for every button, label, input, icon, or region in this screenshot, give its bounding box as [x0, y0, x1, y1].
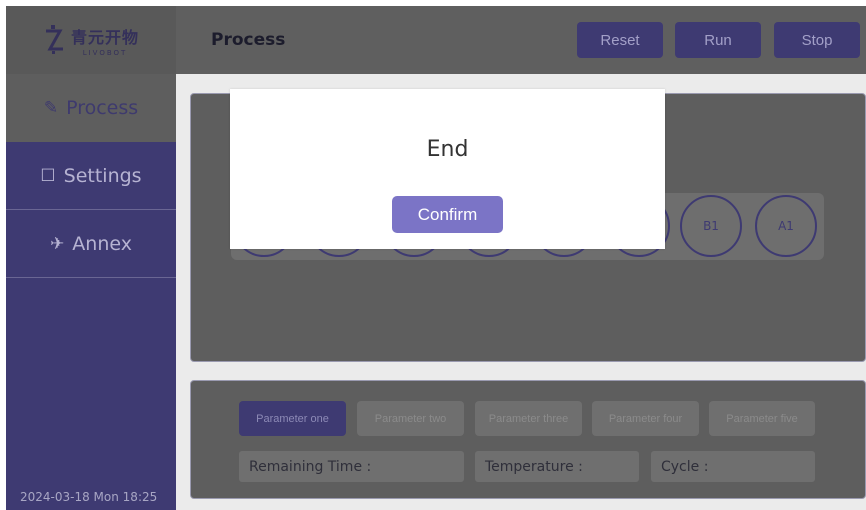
folder-icon: ☐: [40, 165, 56, 186]
logo-mark-icon: [45, 25, 63, 54]
reset-button[interactable]: Reset: [577, 22, 663, 58]
dialog-message: End: [426, 137, 469, 162]
page-title: Process: [211, 30, 286, 50]
plane-icon: ✈: [50, 233, 65, 254]
sidebar-item-process[interactable]: ✎ Process: [6, 74, 176, 142]
confirm-button[interactable]: Confirm: [392, 196, 503, 233]
end-dialog: End Confirm: [230, 89, 665, 249]
cycle-field: Cycle :: [651, 451, 815, 482]
logo-text-cn: 青元开物: [70, 27, 139, 47]
tab-parameter-four[interactable]: Parameter four: [592, 401, 699, 436]
sidebar-item-annex[interactable]: ✈ Annex: [6, 210, 176, 278]
logo: 青元开物 LIVOBOT: [6, 6, 176, 74]
parameter-panel: Parameter one Parameter two Parameter th…: [190, 380, 866, 499]
datetime-label: 2024-03-18 Mon 18:25: [20, 490, 158, 504]
sidebar-item-label: Annex: [72, 232, 132, 255]
sidebar-item-label: Process: [66, 97, 139, 119]
remaining-time-field: Remaining Time :: [239, 451, 464, 482]
tab-parameter-five[interactable]: Parameter five: [709, 401, 815, 436]
well-a1[interactable]: A1: [755, 195, 817, 257]
paperclip-icon: ✎: [43, 98, 59, 118]
tab-parameter-two[interactable]: Parameter two: [357, 401, 464, 436]
sidebar-item-label: Settings: [63, 164, 142, 187]
header: Process Reset Run Stop: [176, 6, 866, 74]
tab-parameter-one[interactable]: Parameter one: [239, 401, 346, 436]
logo-text-en: LIVOBOT: [82, 48, 128, 57]
sidebar-item-settings[interactable]: ☐ Settings: [6, 142, 176, 210]
well-b1[interactable]: B1: [680, 195, 742, 257]
sidebar: 青元开物 LIVOBOT ✎ Process ☐ Settings ✈ Anne…: [6, 6, 176, 510]
run-button[interactable]: Run: [675, 22, 761, 58]
stop-button[interactable]: Stop: [774, 22, 860, 58]
tab-parameter-three[interactable]: Parameter three: [475, 401, 582, 436]
app-window: 青元开物 LIVOBOT ✎ Process ☐ Settings ✈ Anne…: [6, 6, 866, 510]
temperature-field: Temperature :: [475, 451, 639, 482]
